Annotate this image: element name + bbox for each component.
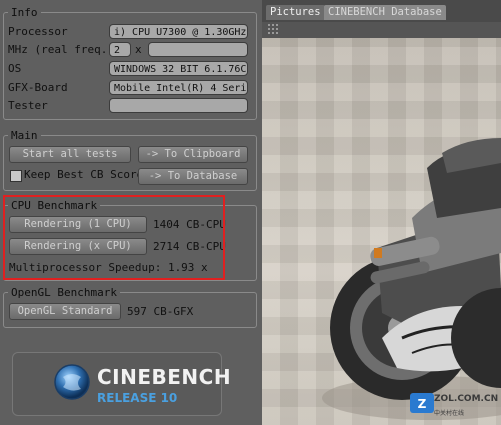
mhz-label: MHz (real freq.) [8, 43, 114, 56]
start-all-tests-button[interactable]: Start all tests [9, 146, 131, 163]
motorcycle-render-image [322, 138, 501, 420]
cinebench-logo: CINEBENCH RELEASE 10 [12, 352, 231, 416]
os-field[interactable]: WINDOWS 32 BIT 6.1.76C [109, 61, 248, 76]
svg-text:Z: Z [418, 397, 427, 411]
tester-field[interactable] [109, 98, 248, 113]
to-clipboard-button[interactable]: -> To Clipboard [138, 146, 248, 163]
viewport-toolbar [262, 22, 501, 38]
gfx-board-label: GFX-Board [8, 81, 68, 94]
keep-best-label: Keep Best CB Score [24, 168, 144, 181]
grid-icon[interactable] [268, 24, 280, 36]
tab-cinebench-database[interactable]: CINEBENCH Database [324, 5, 446, 20]
watermark-text: ZOL.COM.CN [434, 394, 499, 404]
mhz-field[interactable]: 2 [109, 42, 131, 57]
opengl-standard-button[interactable]: OpenGL Standard [9, 303, 121, 320]
cinebench-logo-name: CINEBENCH [97, 365, 232, 389]
render-area: Pictures CINEBENCH Database ZOL.COM.CN 中… [262, 0, 501, 425]
cinebench-logo-release: RELEASE 10 [97, 391, 178, 405]
settings-panel: Info Processor i) CPU U7300 @ 1.30GHz MH… [0, 0, 262, 425]
render-viewport[interactable]: ZOL.COM.CN 中关村在线 Z [262, 38, 501, 425]
watermark-subtext: 中关村在线 [434, 410, 465, 417]
info-legend: Info [11, 6, 38, 19]
mhz-freq-field[interactable] [148, 42, 248, 57]
to-database-button[interactable]: -> To Database [138, 168, 248, 185]
gfx-board-field[interactable]: Mobile Intel(R) 4 Seri [109, 80, 248, 95]
processor-field[interactable]: i) CPU U7300 @ 1.30GHz [109, 24, 248, 39]
cinebench-sphere-icon [54, 364, 90, 400]
opengl-legend: OpenGL Benchmark [11, 286, 117, 299]
tab-pictures[interactable]: Pictures [266, 5, 325, 20]
highlight-box [3, 195, 225, 280]
opengl-result: 597 CB-GFX [127, 305, 194, 318]
zol-logo-icon: Z [410, 393, 434, 413]
keep-best-checkbox[interactable] [10, 170, 22, 182]
mhz-x-label: x [135, 43, 142, 56]
processor-label: Processor [8, 25, 68, 38]
tab-bar: Pictures CINEBENCH Database [262, 0, 501, 22]
main-legend: Main [11, 129, 38, 142]
tester-label: Tester [8, 99, 48, 112]
os-label: OS [8, 62, 22, 75]
